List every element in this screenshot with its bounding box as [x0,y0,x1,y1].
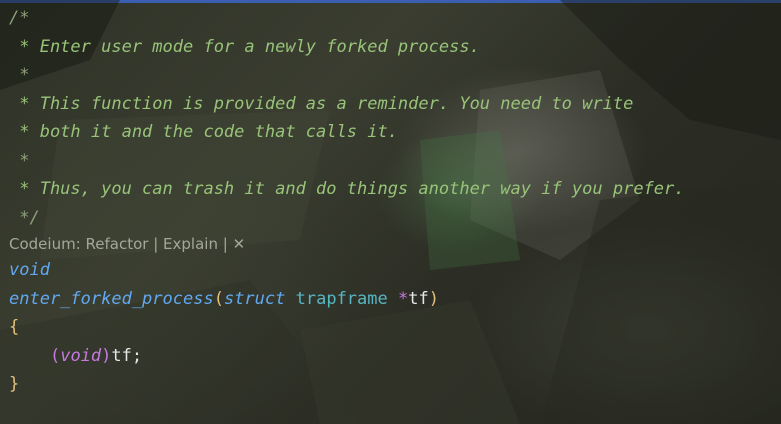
codelens-prefix: Codeium: [9,235,86,253]
codelens-close-icon[interactable]: ✕ [233,235,246,253]
code-editor[interactable]: /* * Enter user mode for a newly forked … [0,0,781,424]
comment-close: */ [9,207,40,228]
editor-top-accent-bar [0,0,781,3]
comment-line: * Thus, you can trash it and do things a… [9,179,685,199]
codeium-codelens: Codeium: Refactor | Explain | ✕ [0,232,781,256]
struct-keyword: struct [223,288,286,309]
cast-target: tf [111,345,132,366]
cast-open-paren: ( [49,345,61,366]
comment-line: * [9,150,30,171]
parameter-name: tf [408,288,429,309]
code-line-signature: enter_forked_process(struct trapframe *t… [0,285,781,314]
cast-type-keyword: void [60,345,102,366]
open-paren: ( [213,288,224,309]
code-area[interactable]: /* * Enter user mode for a newly forked … [0,4,781,399]
comment-line: * [9,65,30,85]
code-line-body: (void)tf; [0,342,781,371]
pointer-operator: * [398,288,409,309]
comment-line: * both it and the code that calls it. [9,122,398,142]
codelens-separator: | [217,235,233,253]
codelens-separator: | [148,235,164,253]
comment-line: * Enter user mode for a newly forked pro… [9,36,480,57]
comment-line: * This function is provided as a reminde… [9,93,634,114]
codelens-explain-link[interactable]: Explain [163,235,218,253]
cast-close-paren: ) [101,345,112,366]
return-type-keyword: void [9,260,50,280]
type-name: trapframe [295,288,388,309]
codelens-refactor-link[interactable]: Refactor [86,235,149,253]
semicolon: ; [131,345,143,366]
open-brace: { [9,317,20,337]
code-line-open-brace: { [0,313,781,342]
code-line-return-type: void [0,256,781,285]
comment-open: /* [9,8,30,28]
close-paren: ) [428,288,439,309]
close-brace: } [9,374,20,394]
function-name: enter_forked_process [9,288,214,309]
code-line-close-brace: } [0,370,781,399]
